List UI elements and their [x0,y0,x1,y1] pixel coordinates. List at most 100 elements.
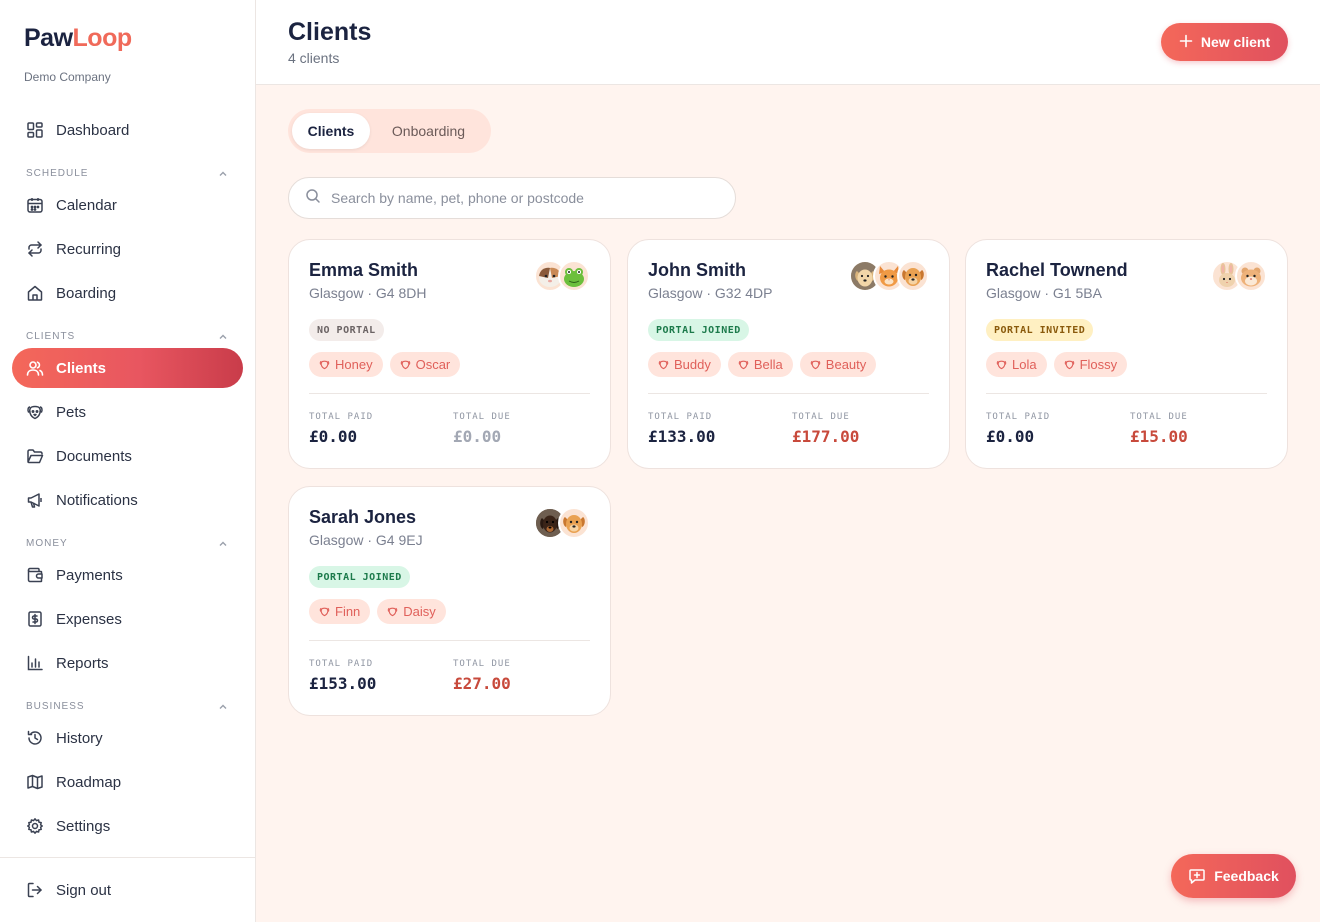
total-due-label: TOTAL DUE [453,659,511,669]
total-paid-label: TOTAL PAID [309,412,374,422]
pet-chip[interactable]: Lola [986,352,1047,377]
page-header: Clients 4 clients New client [256,0,1320,85]
sidebar-item-label: Sign out [56,881,112,899]
sidebar-item-reports[interactable]: Reports [12,643,243,683]
sidebar-item-label: Settings [56,817,111,835]
pet-face-icon [658,359,669,370]
pet-chip[interactable]: Flossy [1053,352,1128,377]
client-card[interactable]: Emma Smith Glasgow · G4 8DH NO PORTAL Ho… [288,239,611,469]
client-name: John Smith [648,260,746,280]
pet-face-icon [400,359,411,370]
total-paid-value: £0.00 [309,427,358,446]
page-title: Clients [288,18,372,46]
client-name: Emma Smith [309,260,419,280]
card-divider [986,393,1267,394]
sidebar-item-notifications[interactable]: Notifications [12,480,243,520]
chevron-up-icon [219,704,227,709]
pet-chip[interactable]: Honey [309,352,383,377]
message-plus-icon [1188,867,1206,885]
pet-list: Finn Daisy [309,599,453,624]
view-tabs: Clients Onboarding [288,109,491,153]
plus-icon [1179,32,1193,53]
search-input[interactable] [331,190,711,206]
logout-icon [26,881,44,899]
feedback-button[interactable]: Feedback [1171,854,1296,898]
pet-list: Buddy Bella Beauty [648,352,883,377]
dog-face-icon [26,403,44,421]
hamster-avatar-icon [1235,260,1267,292]
section-clients[interactable]: CLIENTS [26,331,228,342]
pet-chip[interactable]: Oscar [389,352,461,377]
sidebar-item-clients[interactable]: Clients [12,348,243,388]
sidebar-item-settings[interactable]: Settings [12,806,243,846]
client-location: Glasgow · G4 9EJ [309,532,423,548]
total-due-value: £15.00 [1130,427,1188,446]
client-card[interactable]: John Smith Glasgow · G32 4DP PORTAL JOIN… [627,239,950,469]
sidebar-item-calendar[interactable]: Calendar [12,185,243,225]
sidebar-item-label: Calendar [56,196,117,214]
folder-icon [26,447,44,465]
wallet-icon [26,566,44,584]
sidebar-item-label: Boarding [56,284,117,302]
sidebar-item-history[interactable]: History [12,718,243,758]
sign-out-button[interactable]: Sign out [12,870,243,910]
pet-avatars [534,260,590,292]
sidebar-item-payments[interactable]: Payments [12,555,243,595]
receipt-icon [26,610,44,628]
sidebar-item-roadmap[interactable]: Roadmap [12,762,243,802]
client-name: Sarah Jones [309,507,417,527]
sidebar-item-boarding[interactable]: Boarding [12,273,243,313]
pet-chip[interactable]: Beauty [799,352,877,377]
sidebar: PawLoop Demo Company Dashboard SCHEDULE … [0,0,256,922]
pet-chip[interactable]: Buddy [648,352,721,377]
search-box [288,177,736,219]
logo[interactable]: PawLoop [24,24,132,52]
pet-avatars [849,260,929,292]
pet-chip[interactable]: Daisy [377,599,446,624]
pet-avatars [1211,260,1267,292]
portal-status-badge: NO PORTAL [309,319,384,341]
pet-chip[interactable]: Bella [727,352,793,377]
sidebar-item-expenses[interactable]: Expenses [12,599,243,639]
pet-face-icon [810,359,821,370]
new-client-button[interactable]: New client [1161,23,1288,61]
total-due-value: £0.00 [453,427,502,446]
pet-face-icon [319,359,330,370]
section-money[interactable]: MONEY [26,538,228,549]
pet-face-icon [319,606,330,617]
pet-avatars [534,507,590,539]
sidebar-item-documents[interactable]: Documents [12,436,243,476]
sidebar-item-label: Recurring [56,240,122,258]
dog-avatar-icon [558,507,590,539]
chevron-up-icon [219,334,227,339]
client-location: Glasgow · G1 5BA [986,285,1102,301]
card-divider [648,393,929,394]
section-schedule[interactable]: SCHEDULE [26,168,228,179]
total-paid-value: £153.00 [309,674,377,693]
dog-avatar-icon [897,260,929,292]
total-paid-label: TOTAL PAID [986,412,1051,422]
pet-list: Honey Oscar [309,352,467,377]
sidebar-item-dashboard[interactable]: Dashboard [12,110,243,150]
gear-icon [26,817,44,835]
tab-clients[interactable]: Clients [292,113,370,149]
history-icon [26,729,44,747]
sidebar-item-pets[interactable]: Pets [12,392,243,432]
section-business[interactable]: BUSINESS [26,701,228,712]
sidebar-item-label: Roadmap [56,773,122,791]
sidebar-item-recurring[interactable]: Recurring [12,229,243,269]
card-divider [309,393,590,394]
portal-status-badge: PORTAL INVITED [986,319,1094,341]
tab-onboarding[interactable]: Onboarding [370,113,487,149]
pet-chip[interactable]: Finn [309,599,371,624]
calendar-icon [26,196,44,214]
total-due-value: £177.00 [792,427,860,446]
sidebar-item-label: Clients [56,359,107,377]
sidebar-item-label: Expenses [56,610,122,628]
frog-avatar-icon [558,260,590,292]
home-icon [26,284,44,302]
total-paid-value: £0.00 [986,427,1035,446]
client-card[interactable]: Rachel Townend Glasgow · G1 5BA PORTAL I… [965,239,1288,469]
card-divider [309,640,590,641]
client-card[interactable]: Sarah Jones Glasgow · G4 9EJ PORTAL JOIN… [288,486,611,716]
